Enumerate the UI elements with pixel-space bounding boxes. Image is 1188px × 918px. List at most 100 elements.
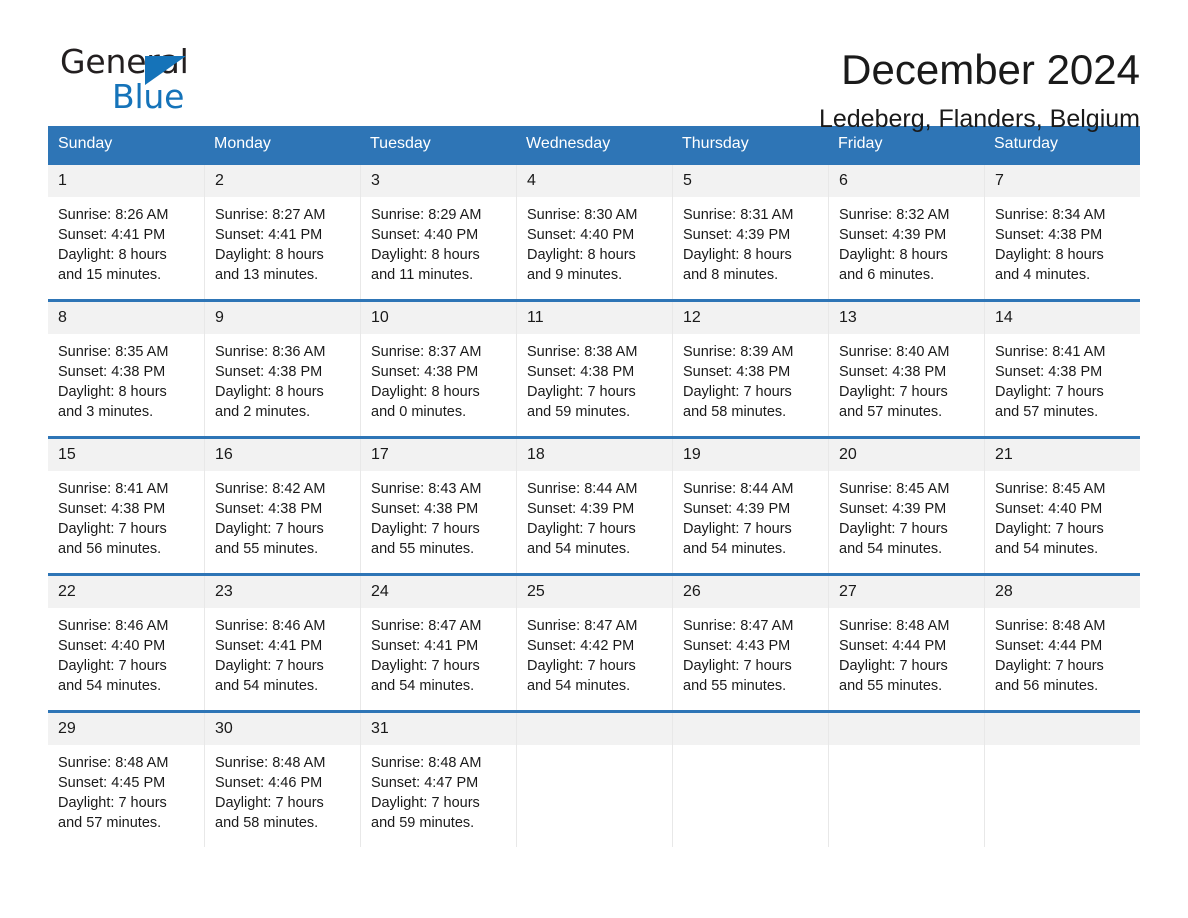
sunrise-text: Sunrise: 8:40 AM: [839, 344, 950, 360]
day-cell[interactable]: 28 Sunrise: 8:48 AM Sunset: 4:44 PM Dayligh…: [984, 576, 1140, 710]
day-number: 11: [517, 302, 672, 334]
day-info: Sunrise: 8:40 AM Sunset: 4:38 PM Daylight:…: [829, 334, 984, 432]
sunset-text: Sunset: 4:38 PM: [371, 364, 479, 380]
day-info: [985, 745, 1140, 763]
sunrise-text: Sunrise: 8:48 AM: [839, 618, 950, 634]
sunset-text: Sunset: 4:41 PM: [58, 227, 166, 243]
day-number: 9: [205, 302, 360, 334]
daylight-text-line2: and 54 minutes.: [995, 541, 1099, 557]
daylight-text-line1: Daylight: 7 hours: [215, 795, 324, 811]
day-cell[interactable]: 16 Sunrise: 8:42 AM Sunset: 4:38 PM Dayligh…: [204, 439, 360, 573]
day-cell[interactable]: 30 Sunrise: 8:48 AM Sunset: 4:46 PM Dayligh…: [204, 713, 360, 847]
day-cell[interactable]: 18 Sunrise: 8:44 AM Sunset: 4:39 PM Dayligh…: [516, 439, 672, 573]
sunset-text: Sunset: 4:41 PM: [215, 227, 323, 243]
day-info: Sunrise: 8:47 AM Sunset: 4:42 PM Daylight:…: [517, 608, 672, 706]
day-cell[interactable]: 15 Sunrise: 8:41 AM Sunset: 4:38 PM Dayligh…: [48, 439, 204, 573]
sunrise-text: Sunrise: 8:45 AM: [839, 481, 950, 497]
day-number: 1: [48, 165, 204, 197]
day-cell-empty: [516, 713, 672, 847]
day-cell[interactable]: 20 Sunrise: 8:45 AM Sunset: 4:39 PM Dayligh…: [828, 439, 984, 573]
day-cell[interactable]: 10 Sunrise: 8:37 AM Sunset: 4:38 PM Dayligh…: [360, 302, 516, 436]
sunset-text: Sunset: 4:40 PM: [527, 227, 635, 243]
daylight-text-line2: and 56 minutes.: [995, 678, 1099, 694]
day-number: 28: [985, 576, 1140, 608]
day-cell[interactable]: 6 Sunrise: 8:32 AM Sunset: 4:39 PM Daylight…: [828, 165, 984, 299]
day-cell[interactable]: 1 Sunrise: 8:26 AM Sunset: 4:41 PM Daylight…: [48, 165, 204, 299]
day-number: 15: [48, 439, 204, 471]
daylight-text-line2: and 0 minutes.: [371, 404, 467, 420]
daylight-text-line2: and 15 minutes.: [58, 267, 162, 283]
daylight-text-line1: Daylight: 7 hours: [995, 384, 1104, 400]
day-cell[interactable]: 31 Sunrise: 8:48 AM Sunset: 4:47 PM Dayligh…: [360, 713, 516, 847]
daylight-text-line1: Daylight: 7 hours: [527, 658, 636, 674]
day-cell[interactable]: 22 Sunrise: 8:46 AM Sunset: 4:40 PM Dayligh…: [48, 576, 204, 710]
daylight-text-line2: and 55 minutes.: [839, 678, 943, 694]
day-cell[interactable]: 8 Sunrise: 8:35 AM Sunset: 4:38 PM Daylight…: [48, 302, 204, 436]
day-info: Sunrise: 8:36 AM Sunset: 4:38 PM Daylight:…: [205, 334, 360, 432]
sunrise-text: Sunrise: 8:44 AM: [683, 481, 794, 497]
sunrise-text: Sunrise: 8:48 AM: [215, 755, 326, 771]
generalblue-logo[interactable]: General Blue: [48, 44, 228, 114]
weekday-header-monday: Monday: [214, 135, 271, 152]
sunrise-text: Sunrise: 8:48 AM: [995, 618, 1106, 634]
weekday-header-saturday: Saturday: [994, 135, 1059, 152]
daylight-text-line1: Daylight: 7 hours: [839, 521, 948, 537]
day-info: Sunrise: 8:45 AM Sunset: 4:40 PM Daylight:…: [985, 471, 1140, 569]
sunrise-text: Sunrise: 8:42 AM: [215, 481, 326, 497]
sunset-text: Sunset: 4:38 PM: [527, 364, 635, 380]
day-info: Sunrise: 8:41 AM Sunset: 4:38 PM Daylight:…: [985, 334, 1140, 432]
daylight-text-line1: Daylight: 7 hours: [58, 521, 167, 537]
day-cell[interactable]: 9 Sunrise: 8:36 AM Sunset: 4:38 PM Daylight…: [204, 302, 360, 436]
day-number: 22: [48, 576, 204, 608]
daylight-text-line2: and 58 minutes.: [215, 815, 319, 831]
day-number: 10: [361, 302, 516, 334]
day-cell[interactable]: 17 Sunrise: 8:43 AM Sunset: 4:38 PM Dayligh…: [360, 439, 516, 573]
day-cell[interactable]: 27 Sunrise: 8:48 AM Sunset: 4:44 PM Dayligh…: [828, 576, 984, 710]
day-cell[interactable]: 19 Sunrise: 8:44 AM Sunset: 4:39 PM Dayligh…: [672, 439, 828, 573]
day-cell[interactable]: 12 Sunrise: 8:39 AM Sunset: 4:38 PM Dayligh…: [672, 302, 828, 436]
sunset-text: Sunset: 4:42 PM: [527, 638, 635, 654]
day-cell[interactable]: 5 Sunrise: 8:31 AM Sunset: 4:39 PM Daylight…: [672, 165, 828, 299]
daylight-text-line2: and 54 minutes.: [839, 541, 943, 557]
day-cell[interactable]: 14 Sunrise: 8:41 AM Sunset: 4:38 PM Dayligh…: [984, 302, 1140, 436]
daylight-text-line2: and 6 minutes.: [839, 267, 935, 283]
sunset-text: Sunset: 4:44 PM: [839, 638, 947, 654]
day-cell[interactable]: 23 Sunrise: 8:46 AM Sunset: 4:41 PM Dayligh…: [204, 576, 360, 710]
weekday-header-thursday: Thursday: [682, 135, 749, 152]
day-info: Sunrise: 8:44 AM Sunset: 4:39 PM Daylight:…: [517, 471, 672, 569]
daylight-text-line2: and 57 minutes.: [995, 404, 1099, 420]
day-cell[interactable]: 26 Sunrise: 8:47 AM Sunset: 4:43 PM Dayligh…: [672, 576, 828, 710]
logo-text-general: General: [60, 42, 189, 81]
week-row: 15 Sunrise: 8:41 AM Sunset: 4:38 PM Dayligh…: [48, 436, 1140, 573]
day-cell[interactable]: 24 Sunrise: 8:47 AM Sunset: 4:41 PM Dayligh…: [360, 576, 516, 710]
sunrise-text: Sunrise: 8:34 AM: [995, 207, 1106, 223]
sunrise-text: Sunrise: 8:41 AM: [995, 344, 1106, 360]
day-cell[interactable]: 25 Sunrise: 8:47 AM Sunset: 4:42 PM Dayligh…: [516, 576, 672, 710]
day-cell[interactable]: 2 Sunrise: 8:27 AM Sunset: 4:41 PM Daylight…: [204, 165, 360, 299]
week-row: 22 Sunrise: 8:46 AM Sunset: 4:40 PM Dayligh…: [48, 573, 1140, 710]
day-cell[interactable]: 13 Sunrise: 8:40 AM Sunset: 4:38 PM Dayligh…: [828, 302, 984, 436]
day-info: Sunrise: 8:38 AM Sunset: 4:38 PM Daylight:…: [517, 334, 672, 432]
daylight-text-line2: and 57 minutes.: [839, 404, 943, 420]
day-number: 30: [205, 713, 360, 745]
day-cell[interactable]: 29 Sunrise: 8:48 AM Sunset: 4:45 PM Dayligh…: [48, 713, 204, 847]
day-info: Sunrise: 8:32 AM Sunset: 4:39 PM Daylight:…: [829, 197, 984, 295]
day-cell[interactable]: 21 Sunrise: 8:45 AM Sunset: 4:40 PM Dayligh…: [984, 439, 1140, 573]
daylight-text-line2: and 11 minutes.: [371, 267, 474, 283]
day-cell[interactable]: 7 Sunrise: 8:34 AM Sunset: 4:38 PM Daylight…: [984, 165, 1140, 299]
day-cell[interactable]: 11 Sunrise: 8:38 AM Sunset: 4:38 PM Dayligh…: [516, 302, 672, 436]
day-info: [829, 745, 984, 763]
daylight-text-line2: and 3 minutes.: [58, 404, 154, 420]
day-info: Sunrise: 8:47 AM Sunset: 4:43 PM Daylight:…: [673, 608, 828, 706]
daylight-text-line1: Daylight: 7 hours: [215, 658, 324, 674]
day-number: 6: [829, 165, 984, 197]
daylight-text-line1: Daylight: 7 hours: [683, 658, 792, 674]
daylight-text-line2: and 57 minutes.: [58, 815, 162, 831]
day-cell[interactable]: 4 Sunrise: 8:30 AM Sunset: 4:40 PM Daylight…: [516, 165, 672, 299]
day-cell[interactable]: 3 Sunrise: 8:29 AM Sunset: 4:40 PM Daylight…: [360, 165, 516, 299]
day-info: [517, 745, 672, 763]
sunrise-text: Sunrise: 8:47 AM: [527, 618, 638, 634]
day-info: Sunrise: 8:46 AM Sunset: 4:40 PM Daylight:…: [48, 608, 204, 706]
daylight-text-line1: Daylight: 7 hours: [371, 521, 480, 537]
sunrise-text: Sunrise: 8:36 AM: [215, 344, 326, 360]
